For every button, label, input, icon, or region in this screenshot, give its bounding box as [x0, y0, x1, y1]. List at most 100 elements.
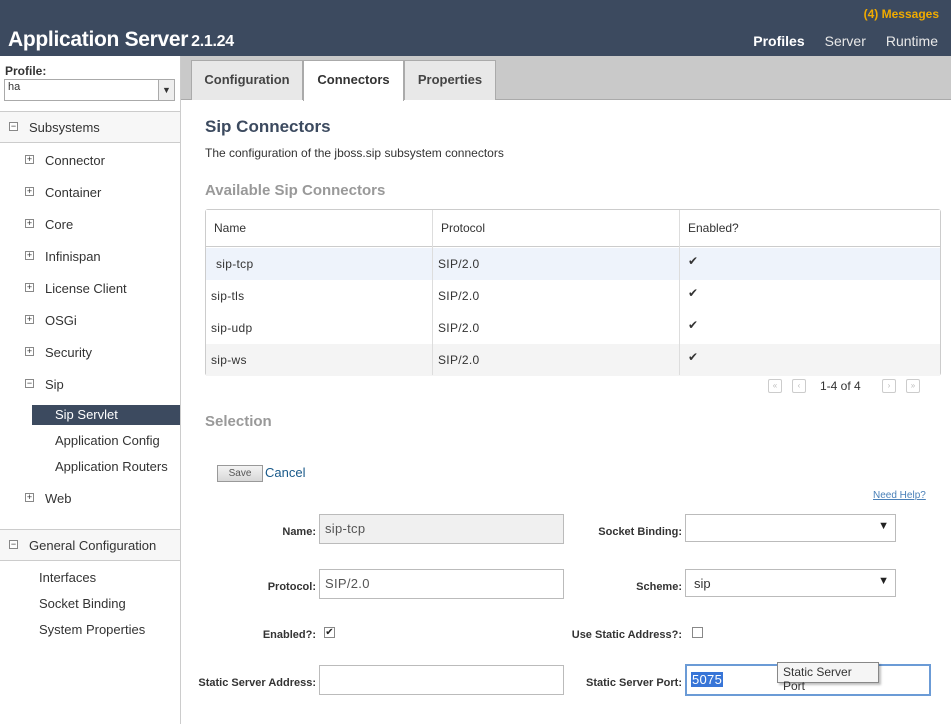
cancel-link[interactable]: Cancel: [265, 465, 305, 480]
need-help-link[interactable]: Need Help?: [873, 490, 926, 501]
tree-item-connector[interactable]: + Connector: [0, 151, 180, 171]
cell-protocol: SIP/2.0: [438, 353, 480, 367]
sidebar: Profile: ha ▼ − Subsystems + Connector + C…: [0, 56, 181, 724]
tree-item-label: Container: [45, 185, 102, 200]
page-title: Sip Connectors: [205, 117, 331, 136]
app-title: Application Server 2.1.24: [8, 28, 234, 52]
enabled-checkbox[interactable]: ✔: [324, 627, 335, 638]
column-header-protocol[interactable]: Protocol: [441, 221, 485, 235]
next-page-icon[interactable]: ›: [882, 379, 896, 393]
socket-binding-select[interactable]: ▼: [685, 514, 896, 542]
last-page-icon[interactable]: »: [906, 379, 920, 393]
static-address-label: Static Server Address:: [198, 677, 316, 689]
sidebar-item-socket-binding[interactable]: Socket Binding: [39, 596, 126, 611]
messages-link[interactable]: (4) Messages: [864, 7, 939, 21]
tree-item-security[interactable]: + Security: [0, 343, 180, 363]
check-icon: ✔: [688, 318, 699, 332]
profile-select[interactable]: ha ▼: [4, 79, 175, 101]
connectors-table: Name Protocol Enabled? sip-tcp SIP/2.0 ✔…: [205, 209, 941, 376]
tree-item-core[interactable]: + Core: [0, 215, 180, 235]
tab-connectors[interactable]: Connectors: [303, 60, 404, 101]
top-nav: Profiles Server Runtime: [753, 33, 938, 49]
general-config-header[interactable]: − General Configuration: [0, 529, 180, 561]
expand-icon[interactable]: +: [25, 219, 34, 228]
table-row[interactable]: sip-udp SIP/2.0 ✔: [206, 312, 940, 344]
tree-item-label: Core: [45, 217, 74, 232]
column-header-enabled[interactable]: Enabled?: [688, 221, 739, 235]
tree-item-license-client[interactable]: + License Client: [0, 279, 180, 299]
table-header: Name Protocol Enabled?: [206, 210, 940, 247]
nav-profiles[interactable]: Profiles: [753, 33, 804, 49]
name-field[interactable]: sip-tcp: [319, 514, 564, 544]
scheme-value: sip: [694, 576, 711, 591]
use-static-address-checkbox[interactable]: [692, 627, 703, 638]
tab-bar: Configuration Connectors Properties: [181, 56, 951, 101]
protocol-label: Protocol:: [267, 581, 316, 593]
sidebar-item-system-properties[interactable]: System Properties: [39, 622, 145, 637]
column-divider: [679, 210, 680, 375]
save-button[interactable]: Save: [217, 465, 263, 482]
tree-item-osgi[interactable]: + OSGi: [0, 311, 180, 331]
general-config-label: General Configuration: [29, 538, 157, 553]
protocol-field[interactable]: SIP/2.0: [319, 569, 564, 599]
expand-icon[interactable]: +: [25, 187, 34, 196]
cell-name: sip-tcp: [216, 257, 254, 271]
first-page-icon[interactable]: «: [768, 379, 782, 393]
page-description: The configuration of the jboss.sip subsy…: [205, 146, 504, 160]
expand-icon[interactable]: +: [25, 347, 34, 356]
tab-configuration[interactable]: Configuration: [191, 60, 303, 100]
check-icon: ✔: [688, 286, 699, 300]
cell-name: sip-udp: [211, 321, 253, 335]
sidebar-item-sip-servlet[interactable]: Sip Servlet: [32, 405, 180, 425]
cell-name: sip-ws: [211, 353, 247, 367]
tree-item-web[interactable]: + Web: [0, 489, 180, 509]
cell-protocol: SIP/2.0: [438, 321, 480, 335]
tree-item-label: OSGi: [45, 313, 77, 328]
sidebar-item-application-routers[interactable]: Application Routers: [32, 457, 180, 477]
expand-icon[interactable]: +: [25, 493, 34, 502]
cell-protocol: SIP/2.0: [438, 289, 480, 303]
static-port-value: 5075: [691, 672, 724, 687]
expand-icon[interactable]: +: [25, 283, 34, 292]
expand-icon[interactable]: +: [25, 155, 34, 164]
check-icon: ✔: [688, 254, 699, 268]
prev-page-icon[interactable]: ‹: [792, 379, 806, 393]
scheme-select[interactable]: sip ▼: [685, 569, 896, 597]
static-address-field[interactable]: [319, 665, 564, 695]
chevron-down-icon: ▼: [878, 575, 889, 587]
sidebar-item-application-config[interactable]: Application Config: [32, 431, 180, 451]
subsystems-header[interactable]: − Subsystems: [0, 111, 180, 143]
static-port-label: Static Server Port:: [586, 677, 682, 689]
scheme-label: Scheme:: [636, 581, 682, 593]
check-icon: ✔: [688, 350, 699, 364]
app-header: Application Server 2.1.24 (4) Messages Pr…: [0, 0, 951, 56]
tree-item-sip[interactable]: − Sip: [0, 375, 180, 395]
expand-icon[interactable]: +: [25, 315, 34, 324]
main-content: Sip Connectors The configuration of the …: [181, 101, 951, 724]
column-divider: [432, 210, 433, 375]
expand-icon[interactable]: +: [25, 251, 34, 260]
sidebar-item-interfaces[interactable]: Interfaces: [39, 570, 96, 585]
profile-label: Profile:: [5, 64, 47, 78]
pager-text: 1-4 of 4: [820, 379, 861, 393]
nav-server[interactable]: Server: [825, 33, 866, 49]
tree-item-infinispan[interactable]: + Infinispan: [0, 247, 180, 267]
tree-item-label: License Client: [45, 281, 127, 296]
tab-properties[interactable]: Properties: [404, 60, 496, 100]
enabled-label: Enabled?:: [262, 629, 316, 641]
collapse-icon[interactable]: −: [9, 122, 18, 131]
column-header-name[interactable]: Name: [214, 221, 246, 235]
subsystems-label: Subsystems: [29, 120, 100, 135]
nav-runtime[interactable]: Runtime: [886, 33, 938, 49]
table-row[interactable]: sip-tls SIP/2.0 ✔: [206, 280, 940, 312]
tree-item-label: Connector: [45, 153, 105, 168]
tree-item-label: Web: [45, 491, 72, 506]
socket-binding-label: Socket Binding:: [598, 526, 682, 538]
cell-name: sip-tls: [211, 289, 245, 303]
table-row[interactable]: sip-tcp SIP/2.0 ✔: [206, 248, 940, 280]
collapse-icon[interactable]: −: [9, 540, 18, 549]
tree-item-container[interactable]: + Container: [0, 183, 180, 203]
table-row[interactable]: sip-ws SIP/2.0 ✔: [206, 344, 940, 376]
chevron-down-icon[interactable]: ▼: [158, 80, 174, 100]
collapse-icon[interactable]: −: [25, 379, 34, 388]
